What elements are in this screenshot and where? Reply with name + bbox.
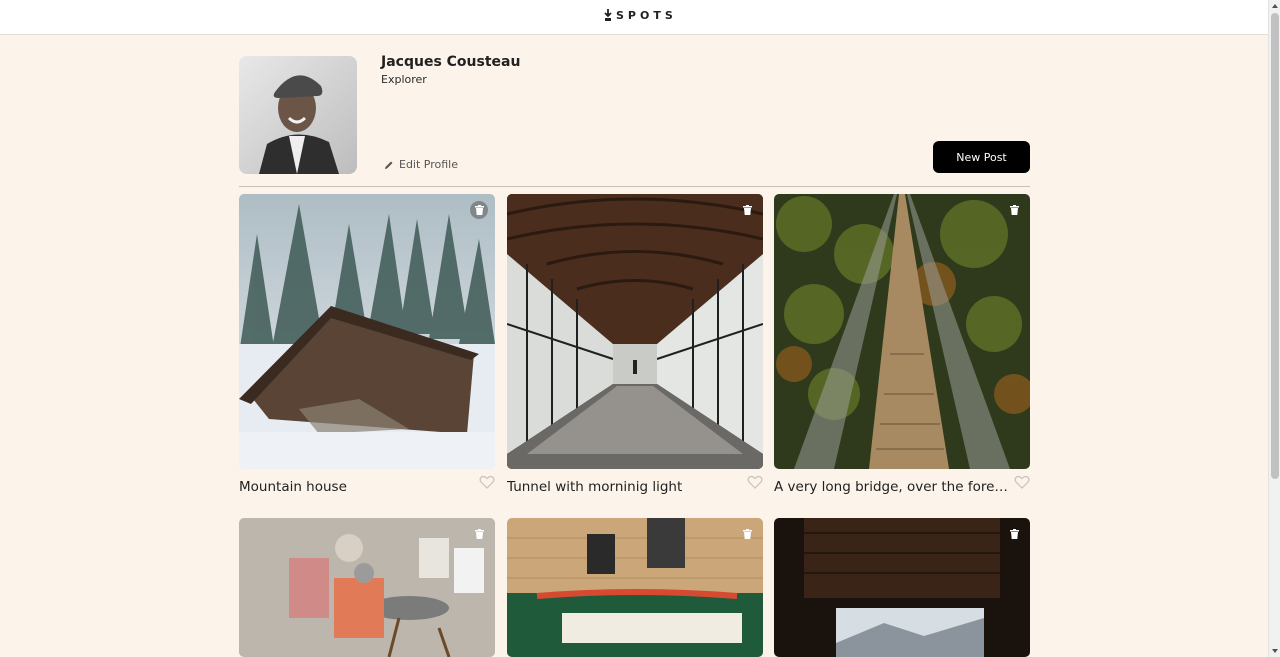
card-image[interactable] [239,518,495,657]
scroll-up-arrow-icon[interactable] [1271,2,1279,10]
trash-icon [1009,529,1019,539]
card-image[interactable] [507,194,763,469]
heart-icon[interactable] [1014,475,1030,489]
profile-section: Jacques Cousteau Explorer Edit Profile N… [239,54,1030,187]
delete-button[interactable] [470,201,488,219]
trash-icon [474,205,484,215]
card-title: Tunnel with morninig light [507,479,683,495]
header: SPOTS [0,0,1268,35]
card-image[interactable] [774,194,1030,469]
profile-name: Jacques Cousteau [381,54,521,70]
trash-icon [742,205,752,215]
card-title: A very long bridge, over the forest and … [774,479,1008,495]
heart-icon[interactable] [479,475,495,489]
card: Mountain house [239,194,495,503]
heart-icon[interactable] [747,475,763,489]
trash-icon [742,529,752,539]
card-title: Mountain house [239,479,347,495]
profile-description: Explorer [381,73,427,86]
card [774,518,1030,657]
logo[interactable]: SPOTS [604,7,677,23]
delete-button[interactable] [1005,525,1023,543]
delete-button[interactable] [738,201,756,219]
delete-button[interactable] [470,525,488,543]
card-image[interactable] [774,518,1030,657]
card [239,518,495,657]
card [507,518,763,657]
trash-icon [474,529,484,539]
page-scrollbar[interactable] [1268,0,1280,657]
spots-logo-icon [604,8,612,21]
edit-profile-label: Edit Profile [399,158,459,171]
logo-text: SPOTS [616,8,677,22]
trash-icon [1009,205,1019,215]
divider [239,186,1030,187]
new-post-button[interactable]: New Post [933,141,1030,173]
card-image[interactable] [507,518,763,657]
card: A very long bridge, over the forest and … [774,194,1030,503]
card-image[interactable] [239,194,495,469]
delete-button[interactable] [1005,201,1023,219]
card: Tunnel with morninig light [507,194,763,503]
delete-button[interactable] [738,525,756,543]
scroll-down-arrow-icon[interactable] [1271,647,1279,655]
avatar [239,56,357,174]
scrollbar-thumb[interactable] [1271,13,1279,479]
edit-profile-button[interactable]: Edit Profile [384,158,458,171]
pencil-icon [385,161,393,169]
